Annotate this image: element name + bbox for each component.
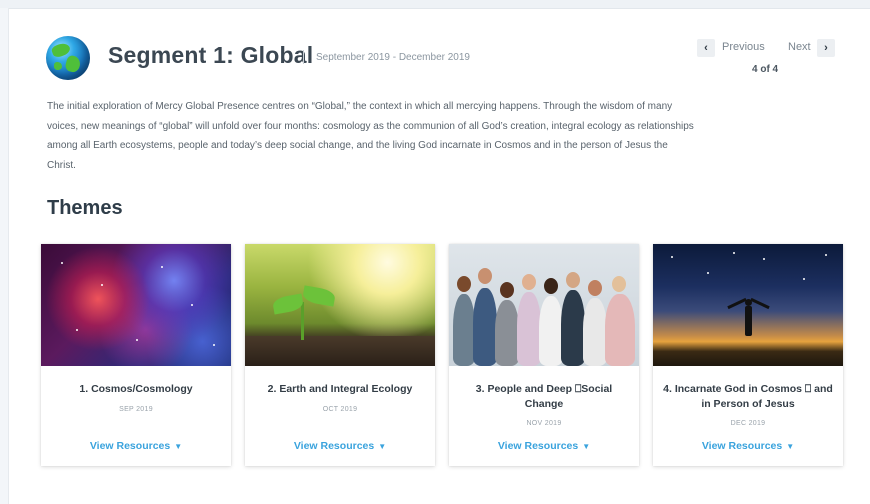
seedling-leaf — [271, 293, 305, 315]
caret-down-icon: ▼ — [378, 442, 387, 451]
segment-description: The initial exploration of Mercy Global … — [47, 101, 694, 171]
themes-heading: Themes — [47, 197, 123, 219]
next-link[interactable]: Next — [788, 41, 811, 53]
theme-title: 2. Earth and Integral Ecology — [267, 383, 413, 395]
star — [61, 262, 63, 264]
star — [825, 254, 827, 256]
theme-date: NOV 2019 — [526, 420, 562, 427]
caret-down-icon: ▼ — [174, 442, 183, 451]
star — [191, 304, 193, 306]
person-head — [566, 272, 580, 288]
theme-title: 4. Incarnate God in Cosmos ⎕ and in Pers… — [663, 383, 833, 410]
theme-card-incarnate[interactable]: 4. Incarnate God in Cosmos ⎕ and in Pers… — [653, 244, 843, 466]
star — [213, 344, 215, 346]
theme-title: 1. Cosmos/Cosmology — [79, 383, 193, 395]
view-resources-link[interactable]: View Resources ▼ — [457, 440, 631, 452]
person — [453, 294, 475, 366]
view-resources-link[interactable]: View Resources ▼ — [661, 440, 835, 452]
person-head — [478, 268, 492, 284]
seedling-stem — [301, 302, 304, 340]
person — [583, 298, 607, 366]
star — [671, 256, 673, 258]
chevron-right-icon[interactable]: › — [817, 39, 835, 57]
title-divider — [303, 50, 304, 64]
person — [561, 290, 585, 366]
seedling-leaf — [301, 285, 337, 307]
star — [76, 329, 78, 331]
globe-land — [54, 62, 62, 70]
person-head — [500, 282, 514, 298]
person-head — [588, 280, 602, 296]
person — [605, 294, 635, 366]
caret-down-icon: ▼ — [582, 442, 591, 451]
view-resources-link[interactable]: View Resources ▼ — [49, 440, 223, 452]
star — [101, 284, 103, 286]
theme-date: SEP 2019 — [119, 406, 153, 413]
star — [763, 258, 765, 260]
star — [161, 266, 163, 268]
star — [707, 272, 709, 274]
view-resources-label: View Resources — [89, 440, 171, 452]
view-resources-label: View Resources — [701, 440, 783, 452]
person-head — [544, 278, 558, 294]
person-head — [457, 276, 471, 292]
person-head — [522, 274, 536, 290]
figure-silhouette — [727, 297, 747, 310]
globe-land — [64, 54, 82, 74]
star — [136, 339, 138, 341]
view-resources-label: View Resources — [497, 440, 579, 452]
theme-date: OCT 2019 — [322, 406, 358, 413]
figure-silhouette — [750, 297, 770, 310]
top-border — [0, 0, 870, 9]
people-group-image — [449, 244, 639, 366]
person — [495, 300, 519, 366]
seedling-image — [245, 244, 435, 366]
theme-card-cosmos[interactable]: 1. Cosmos/Cosmology SEP 2019 View Resour… — [41, 244, 231, 466]
page-count: 4 of 4 — [752, 64, 779, 75]
chevron-left-icon[interactable]: ‹ — [697, 39, 715, 57]
soil — [245, 336, 435, 366]
page-title: Segment 1: Global — [108, 42, 314, 68]
segment-date-range: September 2019 - December 2019 — [316, 52, 470, 63]
star — [803, 278, 805, 280]
view-resources-label: View Resources — [293, 440, 375, 452]
segment-pager: ‹ Previous Next › 4 of 4 — [697, 39, 837, 79]
cosmos-nebula-image — [41, 244, 231, 366]
theme-card-earth[interactable]: 2. Earth and Integral Ecology OCT 2019 V… — [245, 244, 435, 466]
person — [539, 296, 563, 366]
previous-link[interactable]: Previous — [722, 41, 765, 53]
person — [473, 288, 497, 366]
view-resources-link[interactable]: View Resources ▼ — [253, 440, 427, 452]
caret-down-icon: ▼ — [786, 442, 795, 451]
person — [517, 292, 541, 366]
theme-date: DEC 2019 — [730, 420, 766, 427]
person-head — [612, 276, 626, 292]
theme-card-people[interactable]: 3. People and Deep ⎕Social Change NOV 20… — [449, 244, 639, 466]
star — [733, 252, 735, 254]
night-sky-image — [653, 244, 843, 366]
globe-icon — [46, 36, 90, 80]
left-border — [0, 8, 9, 504]
figure-silhouette — [745, 306, 752, 336]
theme-title: 3. People and Deep ⎕Social Change — [475, 383, 613, 410]
